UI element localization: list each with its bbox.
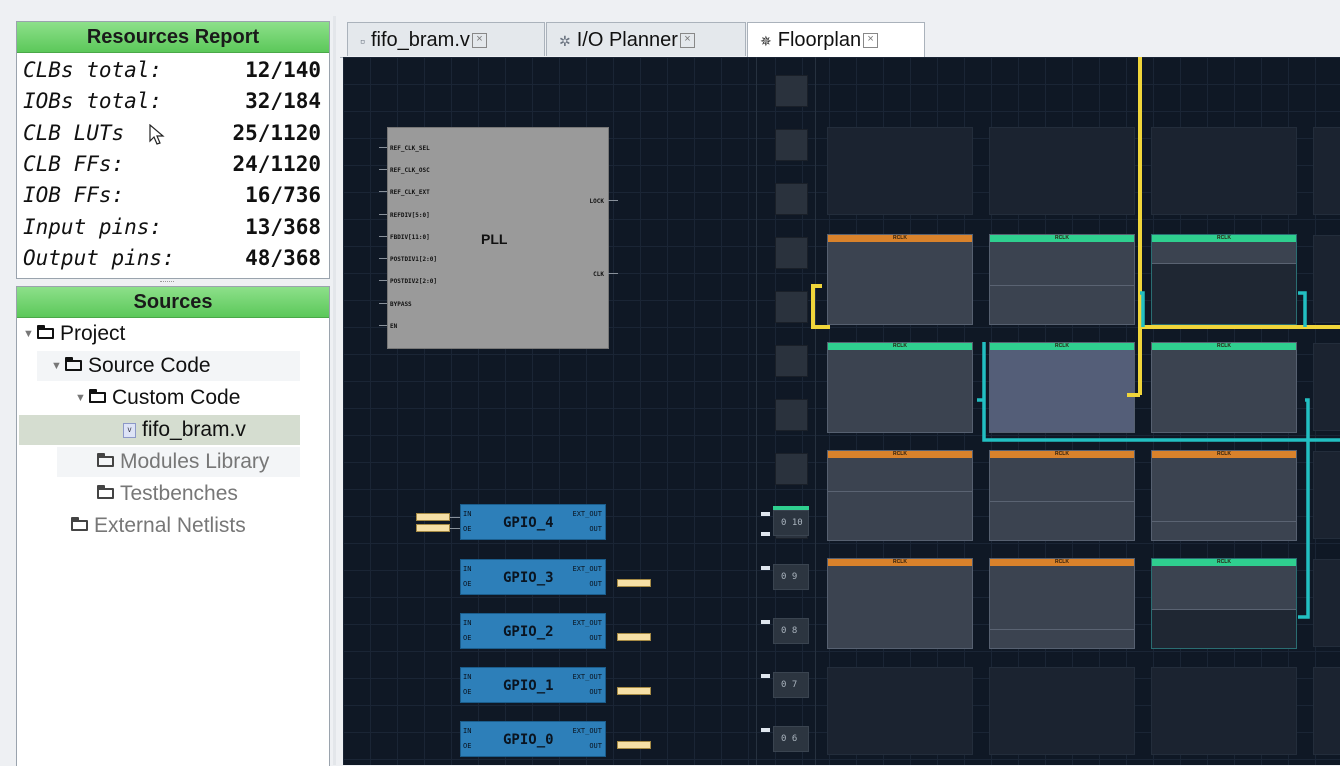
tree-item-testbenches[interactable]: Testbenches	[97, 479, 238, 509]
tree-item-project[interactable]: ▼ Project	[23, 319, 125, 349]
tab-floorplan[interactable]: ✵ Floorplan ×	[747, 22, 925, 58]
clock-wire-yellow	[811, 57, 1340, 397]
verilog-file-icon: v	[123, 422, 136, 438]
tree-item-custom-code[interactable]: ▼ Custom Code	[75, 383, 240, 413]
resource-row-iobs: IOBs total: 32/184	[23, 89, 321, 113]
folder-icon	[65, 357, 82, 371]
expand-arrow-icon[interactable]: ▼	[23, 319, 37, 349]
folder-icon	[97, 485, 114, 499]
sources-panel: Sources ▼ Project ▼ Source Code ▼ Custom Co…	[16, 286, 330, 766]
vertical-splitter[interactable]	[333, 16, 336, 765]
resource-row-clb-ffs: CLB FFs: 24/1120	[23, 152, 321, 176]
tree-item-fifo-bram[interactable]: v fifo_bram.v	[123, 415, 246, 445]
resource-row-clbs: CLBs total: 12/140	[23, 58, 321, 82]
floorplan-canvas[interactable]: PLL REF_CLK_SEL REF_CLK_OSC REF_CLK_EXT …	[343, 57, 1340, 765]
expand-arrow-icon[interactable]: ▼	[51, 351, 65, 381]
resource-row-output-pins: Output pins: 48/368	[23, 246, 321, 270]
chip-icon: ✲	[559, 33, 571, 49]
close-tab-icon[interactable]: ×	[471, 33, 487, 49]
gear-chip-icon: ✵	[760, 33, 772, 49]
resources-report-panel: Resources Report CLBs total: 12/140 IOBs …	[16, 21, 330, 279]
expand-arrow-icon[interactable]: ▼	[75, 383, 89, 413]
resources-report-title: Resources Report	[17, 22, 329, 53]
folder-icon	[89, 389, 106, 403]
folder-icon	[97, 453, 114, 467]
tab-io-planner[interactable]: ✲ I/O Planner ×	[546, 22, 746, 56]
resource-row-iob-ffs: IOB FFs: 16/736	[23, 183, 321, 207]
tree-item-external-netlists[interactable]: External Netlists	[71, 511, 246, 541]
verilog-file-icon: ▫	[360, 33, 365, 49]
tree-item-modules-library[interactable]: Modules Library	[97, 447, 269, 477]
resource-row-clb-luts: CLB LUTs 25/1120	[23, 121, 321, 145]
routing-wires	[811, 57, 1340, 619]
mouse-cursor-icon	[149, 124, 165, 145]
folder-icon	[71, 517, 88, 531]
folder-icon	[37, 325, 54, 339]
tree-item-source-code[interactable]: ▼ Source Code	[51, 351, 211, 381]
route-wire-teal	[977, 291, 1340, 619]
close-tab-icon[interactable]: ×	[679, 33, 695, 49]
close-tab-icon[interactable]: ×	[863, 33, 879, 49]
tab-fifo-bram[interactable]: ▫ fifo_bram.v ×	[347, 22, 545, 56]
panel-splitter-handle[interactable]	[160, 281, 174, 284]
sources-title: Sources	[17, 287, 329, 318]
resource-row-input-pins: Input pins: 13/368	[23, 215, 321, 239]
